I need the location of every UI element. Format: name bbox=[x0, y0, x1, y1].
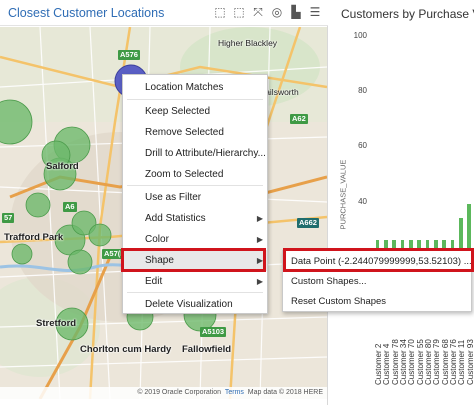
menu-item-zoom-to-selected[interactable]: Zoom to Selected bbox=[123, 164, 267, 185]
y-axis-label: PURCHASE_VALUE bbox=[338, 159, 348, 230]
menu-item-drill[interactable]: Drill to Attribute/Hierarchy... bbox=[123, 143, 267, 164]
map-attribution: © 2019 Oracle Corporation Terms Map data… bbox=[0, 387, 327, 399]
x-tick-label: Customer 70 bbox=[407, 339, 417, 385]
context-menu: Location Matches Keep Selected Remove Se… bbox=[122, 74, 268, 314]
x-tick-label: Customer 4 bbox=[382, 343, 392, 385]
menu-item-edit[interactable]: Edit ▶ bbox=[123, 271, 267, 292]
menu-item-label: Edit bbox=[145, 276, 163, 287]
place-label: Chorlton cum Hardy bbox=[80, 344, 172, 355]
bar-chart-visualization: Customers by Purchase Value PURCHASE_VAL… bbox=[329, 0, 474, 405]
submenu-item-custom-shapes[interactable]: Custom Shapes... bbox=[283, 272, 471, 292]
road-shield: A5103 bbox=[200, 327, 227, 337]
place-label: Fallowfield bbox=[182, 344, 232, 355]
place-label: Stretford bbox=[36, 318, 77, 329]
submenu-item-label: Reset Custom Shapes bbox=[291, 296, 387, 307]
road-shield: 57 bbox=[2, 213, 15, 223]
menu-item-label: Zoom to Selected bbox=[145, 169, 224, 180]
menu-item-label: Delete Visualization bbox=[145, 299, 233, 310]
road-shield: A6 bbox=[63, 202, 77, 212]
x-tick-label: Customer 11 bbox=[457, 339, 467, 385]
map-title: Closest Customer Locations bbox=[8, 6, 165, 20]
y-tick-label: 100 bbox=[353, 31, 367, 40]
terms-link[interactable]: Terms bbox=[225, 389, 244, 396]
menu-item-label: Use as Filter bbox=[145, 192, 202, 203]
y-tick-label: 60 bbox=[358, 141, 367, 151]
bar-chart-icon[interactable]: ▙ bbox=[289, 5, 303, 19]
rect-select-icon[interactable]: ⬚ bbox=[232, 5, 246, 19]
menu-separator bbox=[127, 99, 263, 100]
map-header: Closest Customer Locations ⬚ ⬚ ⤧ ◎ ▙ ☰ bbox=[0, 0, 328, 26]
map-toolbar: ⬚ ⬚ ⤧ ◎ ▙ ☰ bbox=[213, 5, 322, 19]
menu-item-label: Location Matches bbox=[145, 82, 224, 93]
submenu-arrow-icon: ▶ bbox=[256, 277, 263, 286]
menu-item-label: Color bbox=[145, 234, 169, 245]
x-tick-label: Customer 93 bbox=[465, 339, 474, 385]
target-icon[interactable]: ◎ bbox=[270, 5, 284, 19]
menu-item-label: Drill to Attribute/Hierarchy... bbox=[145, 148, 266, 159]
road-shield: A62 bbox=[290, 114, 308, 124]
menu-item-keep-selected[interactable]: Keep Selected bbox=[123, 101, 267, 122]
map-data-text: Map data © 2018 HERE bbox=[247, 389, 323, 396]
app-root: Closest Customer Locations ⬚ ⬚ ⤧ ◎ ▙ ☰ H… bbox=[0, 0, 474, 405]
submenu-item-label: Custom Shapes... bbox=[291, 276, 367, 287]
road-shield: A662 bbox=[297, 218, 319, 228]
chart-title: Customers by Purchase Value bbox=[341, 7, 474, 21]
submenu-arrow-icon: ▶ bbox=[256, 214, 263, 223]
menu-item-add-statistics[interactable]: Add Statistics ▶ bbox=[123, 208, 267, 229]
x-tick-label: Customer 79 bbox=[432, 339, 442, 385]
pan-select-icon[interactable]: ⤧ bbox=[251, 5, 265, 19]
menu-separator bbox=[127, 185, 263, 186]
lasso-select-icon[interactable]: ⬚ bbox=[213, 5, 227, 19]
submenu-arrow-icon: ▶ bbox=[256, 235, 263, 244]
submenu-item-reset-custom-shapes[interactable]: Reset Custom Shapes bbox=[283, 292, 471, 312]
menu-item-label: Keep Selected bbox=[145, 106, 211, 117]
menu-item-location-matches[interactable]: Location Matches bbox=[123, 77, 267, 98]
menu-item-color[interactable]: Color ▶ bbox=[123, 229, 267, 250]
menu-item-label: Add Statistics bbox=[145, 213, 206, 224]
place-label: Higher Blackley bbox=[218, 38, 278, 48]
menu-item-use-as-filter[interactable]: Use as Filter bbox=[123, 187, 267, 208]
highlight-box-shape bbox=[121, 248, 266, 272]
menu-separator bbox=[127, 292, 263, 293]
menu-item-label: Remove Selected bbox=[145, 127, 224, 138]
menu-item-delete-visualization[interactable]: Delete Visualization bbox=[123, 294, 267, 315]
y-tick-label: 80 bbox=[358, 86, 367, 96]
copyright-text: © 2019 Oracle Corporation bbox=[137, 389, 222, 396]
highlight-box-data-point bbox=[283, 248, 474, 272]
place-label: Salford bbox=[46, 161, 79, 172]
road-shield: A576 bbox=[118, 50, 140, 60]
y-tick-label: 40 bbox=[358, 196, 367, 206]
place-label: Trafford Park bbox=[4, 232, 64, 243]
menu-icon[interactable]: ☰ bbox=[308, 5, 322, 19]
menu-item-remove-selected[interactable]: Remove Selected bbox=[123, 122, 267, 143]
